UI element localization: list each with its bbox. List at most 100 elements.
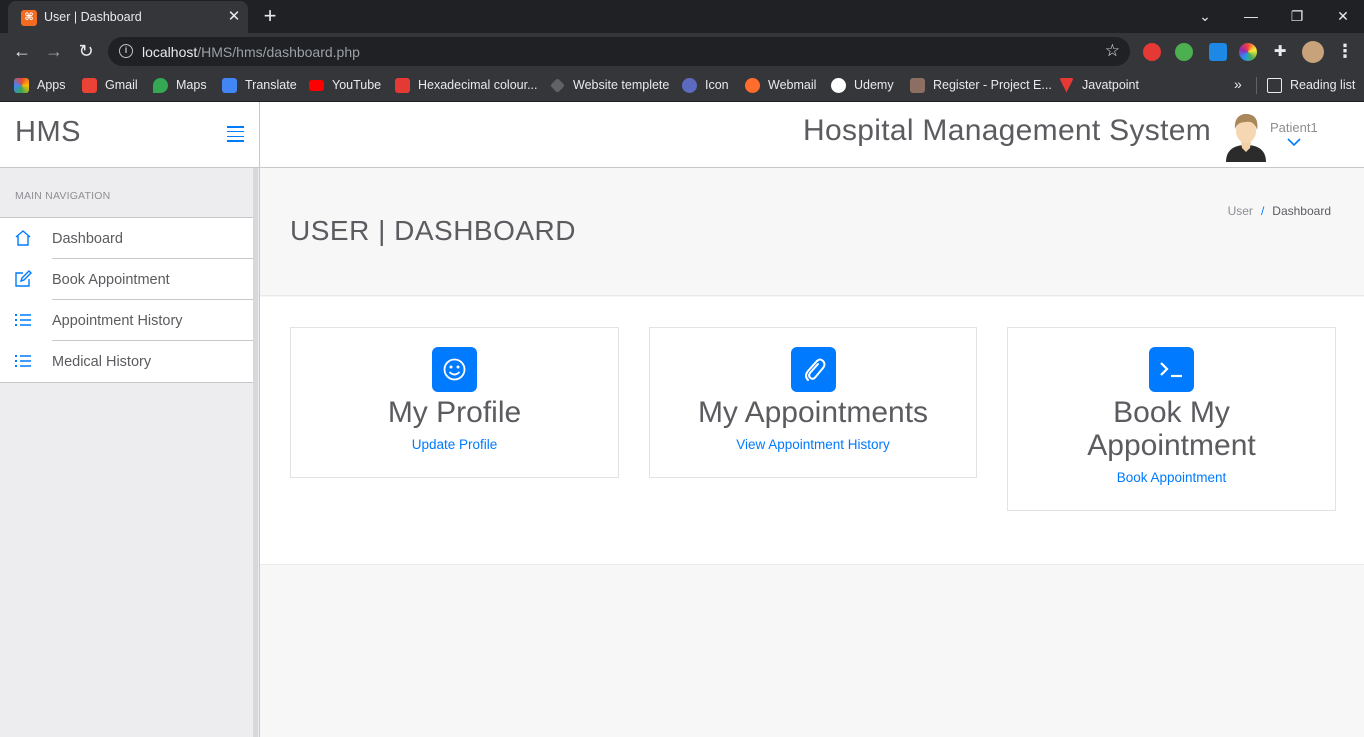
tab-search-icon[interactable]: ⌄: [1193, 5, 1217, 27]
username-label[interactable]: Patient1: [1270, 120, 1318, 135]
minimize-button[interactable]: —: [1239, 5, 1263, 27]
bookmark-icon[interactable]: Icon: [682, 76, 729, 94]
template-icon: [550, 77, 565, 93]
bookmark-label: Udemy: [854, 78, 894, 92]
paperclip-icon: [790, 347, 836, 392]
page-header: USER | DASHBOARD User / Dashboard: [260, 168, 1364, 296]
smile-icon: [432, 347, 477, 392]
back-button[interactable]: ←: [10, 40, 34, 62]
card-title: My Profile: [387, 396, 522, 429]
user-avatar[interactable]: [1224, 112, 1268, 162]
bookmark-webmail[interactable]: Webmail: [745, 76, 816, 94]
top-navbar: Hospital Management System Patient1: [260, 102, 1364, 168]
bookmark-translate[interactable]: Translate: [222, 76, 297, 94]
bookmark-label: Hexadecimal colour...: [418, 78, 538, 92]
card-book-my-appointment: Book My Appointment Book Appointment: [1007, 327, 1336, 511]
list-icon: [15, 314, 31, 326]
reading-list-icon: [1267, 77, 1282, 93]
card-title: Book My Appointment: [1087, 396, 1256, 462]
bookmark-register-project[interactable]: Register - Project E...: [910, 76, 1052, 94]
brand-logo[interactable]: HMS: [15, 116, 81, 149]
bookmark-youtube[interactable]: YouTube: [309, 76, 381, 94]
bookmark-udemy[interactable]: Udemy: [831, 76, 894, 94]
page-title: USER | DASHBOARD: [290, 215, 576, 246]
xampp-favicon-icon: ⌘: [21, 10, 37, 26]
sidebar-item-label: Appointment History: [52, 313, 183, 329]
apps-grid-icon: [14, 77, 29, 93]
book-appointment-link[interactable]: Book Appointment: [1008, 470, 1335, 510]
bookmark-javatpoint[interactable]: Javatpoint: [1059, 76, 1139, 94]
url-text[interactable]: localhost/HMS/hms/dashboard.php: [142, 44, 360, 60]
new-tab-button[interactable]: +: [258, 5, 282, 29]
update-profile-link[interactable]: Update Profile: [291, 437, 618, 477]
extension-adblock-icon[interactable]: [1143, 43, 1161, 61]
browser-tab-strip: ⌘ User | Dashboard ✕ + ⌄ — ❐ ✕: [0, 0, 1364, 33]
cpanel-icon: [745, 77, 760, 93]
sidebar-item-dashboard[interactable]: Dashboard: [0, 218, 258, 259]
maps-icon: [153, 77, 168, 93]
bookmark-website-template[interactable]: Website templete: [550, 76, 669, 94]
reload-button[interactable]: ↻: [74, 40, 98, 62]
card-my-appointments: My Appointments View Appointment History: [649, 327, 977, 478]
url-path: /HMS/hms/dashboard.php: [197, 44, 360, 60]
view-appointment-history-link[interactable]: View Appointment History: [650, 437, 976, 477]
extensions-puzzle-icon[interactable]: ✚: [1271, 43, 1289, 61]
forward-button[interactable]: →: [42, 40, 66, 62]
brand-area: HMS: [0, 102, 260, 168]
dashboard-cards-section: My Profile Update Profile My Appointment…: [260, 297, 1364, 565]
chevron-down-icon[interactable]: [1287, 134, 1301, 150]
breadcrumb-item-user[interactable]: User: [1228, 204, 1253, 218]
bookmark-apps[interactable]: Apps: [14, 76, 66, 94]
nav-list: Dashboard Book Appointment Appointment H…: [0, 217, 258, 383]
sidebar-item-label: Book Appointment: [52, 272, 170, 288]
bookmark-hexadecimal[interactable]: Hexadecimal colour...: [395, 76, 538, 94]
bookmark-maps[interactable]: Maps: [153, 76, 207, 94]
bookmark-star-icon[interactable]: ☆: [1105, 41, 1120, 61]
bookmark-gmail[interactable]: Gmail: [82, 76, 138, 94]
sidebar-item-label: Dashboard: [52, 231, 123, 247]
project-icon: [910, 77, 925, 93]
youtube-icon: [309, 79, 324, 91]
tab-title: User | Dashboard: [44, 10, 142, 24]
terminal-icon: [1149, 347, 1194, 392]
bookmark-label: Translate: [245, 78, 297, 92]
breadcrumb-item-dashboard: Dashboard: [1272, 204, 1331, 218]
profile-avatar-icon[interactable]: [1302, 41, 1324, 63]
chrome-menu-icon[interactable]: ⋮: [1336, 40, 1354, 62]
tab-close-icon[interactable]: ✕: [224, 7, 244, 27]
sidebar-item-book-appointment[interactable]: Book Appointment: [0, 259, 258, 300]
udemy-icon: [831, 77, 846, 93]
bookmarks-divider: [1256, 77, 1257, 94]
gmail-icon: [82, 77, 97, 93]
reading-list-label: Reading list: [1290, 78, 1356, 92]
system-title: Hospital Management System: [803, 114, 1211, 147]
extension-color-icon[interactable]: [1175, 43, 1193, 61]
extension-colorzilla-icon[interactable]: [1239, 43, 1257, 61]
reading-list-button[interactable]: Reading list: [1267, 76, 1355, 94]
bookmarks-bar: Apps Gmail Maps Translate YouTube Hexade…: [0, 69, 1364, 102]
sidebar-item-medical-history[interactable]: Medical History: [0, 341, 258, 382]
bookmark-label: Icon: [705, 78, 729, 92]
bookmark-label: Maps: [176, 78, 207, 92]
restore-button[interactable]: ❐: [1285, 5, 1309, 27]
breadcrumb: User / Dashboard: [1228, 204, 1331, 218]
omnibox[interactable]: i localhost/HMS/hms/dashboard.php ☆: [108, 37, 1130, 66]
app-viewport: HMS Hospital Management System Patient1 …: [0, 102, 1364, 737]
url-host: localhost: [142, 44, 198, 60]
card-my-profile: My Profile Update Profile: [290, 327, 619, 478]
card-title: My Appointments: [697, 396, 929, 429]
hamburger-menu-icon[interactable]: [227, 126, 244, 142]
bookmarks-overflow-button[interactable]: »: [1234, 76, 1242, 92]
nav-heading: MAIN NAVIGATION: [15, 190, 111, 202]
sidebar: MAIN NAVIGATION Dashboard Book Appointme…: [0, 168, 260, 737]
extension-picker-icon[interactable]: [1209, 43, 1227, 61]
bookmark-label: Apps: [37, 78, 66, 92]
sidebar-item-appointment-history[interactable]: Appointment History: [0, 300, 258, 341]
bookmark-label: Webmail: [768, 78, 817, 92]
close-window-button[interactable]: ✕: [1331, 5, 1355, 27]
bookmark-label: Javatpoint: [1082, 78, 1139, 92]
hex-colour-icon: [395, 77, 410, 93]
site-info-icon[interactable]: i: [119, 44, 133, 58]
browser-tab[interactable]: ⌘ User | Dashboard ✕: [8, 1, 248, 33]
sidebar-scrollbar[interactable]: [253, 168, 258, 737]
